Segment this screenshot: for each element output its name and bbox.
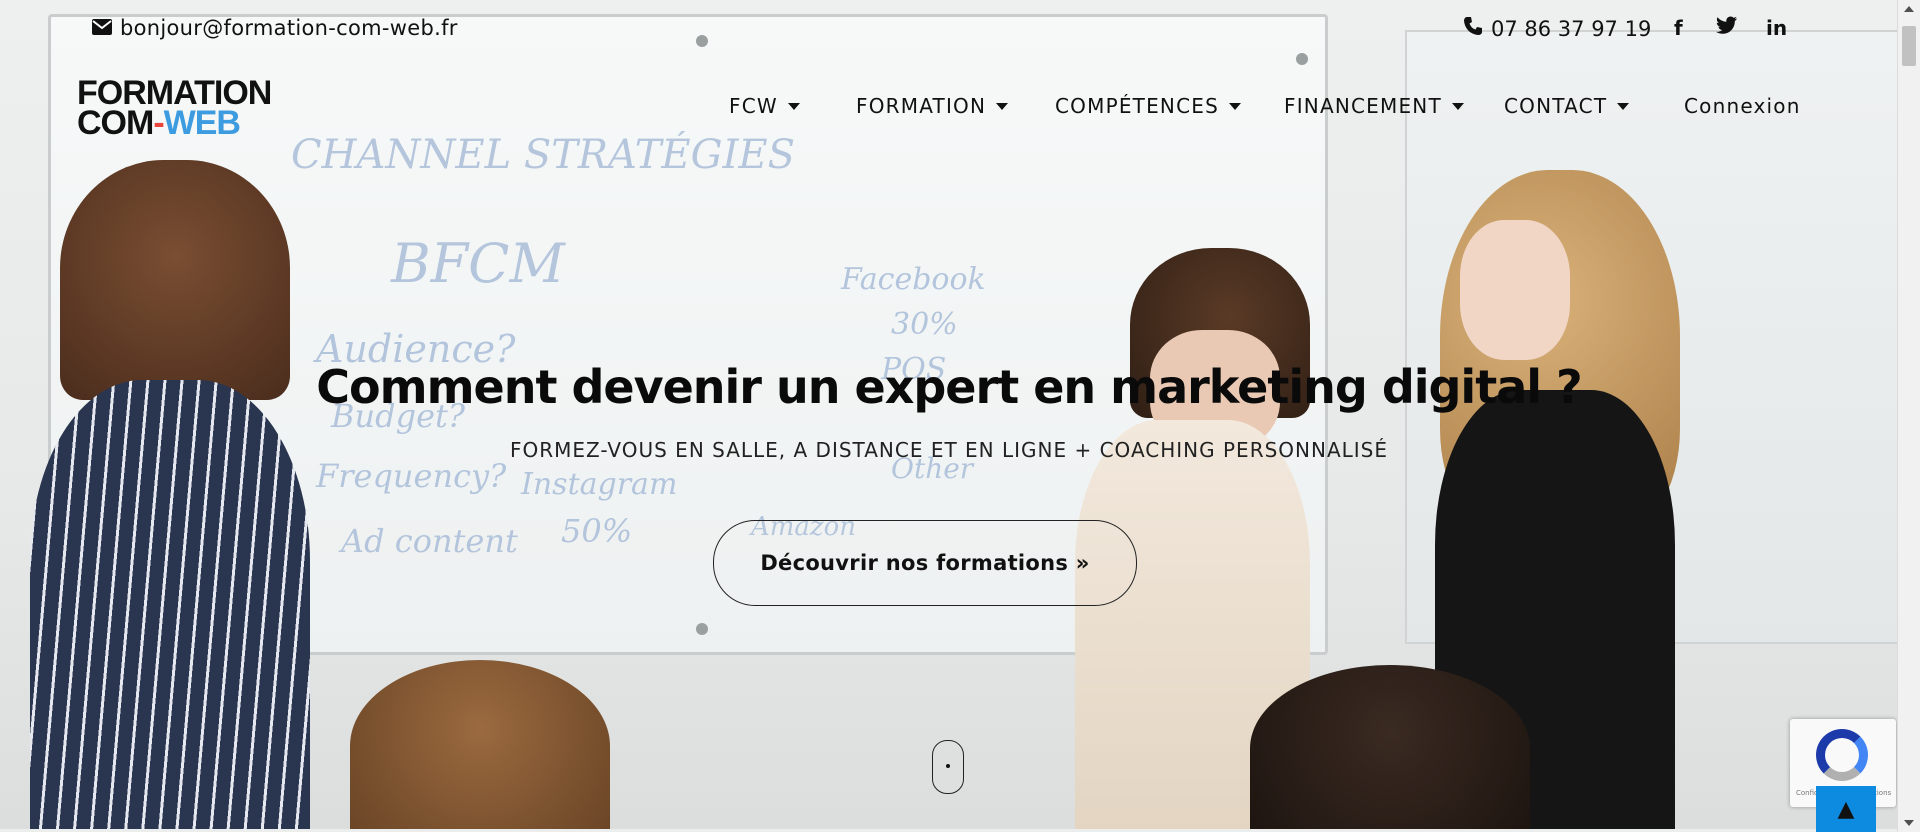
scribble: Ad content: [341, 522, 518, 560]
board-pin: [696, 623, 708, 635]
hero-subtitle: FORMEZ-VOUS EN SALLE, A DISTANCE ET EN L…: [509, 438, 1389, 462]
nav-label: FCW: [729, 94, 778, 118]
nav-item-fcw[interactable]: FCW: [729, 94, 800, 118]
scribble: BFCM: [391, 232, 565, 295]
nav-label: Connexion: [1684, 94, 1801, 118]
scribble: 50%: [561, 512, 633, 550]
nav-label: COMPÉTENCES: [1055, 94, 1219, 118]
hero-title: Comment devenir un expert en marketing d…: [316, 360, 1582, 414]
arrow-up-icon: ▲: [1837, 796, 1855, 822]
top-contact-bar: bonjour@formation-com-web.fr 07 86 37 97…: [0, 8, 1898, 48]
nav-item-contact[interactable]: CONTACT: [1504, 94, 1630, 118]
person-bottom-right: [1250, 665, 1530, 829]
discover-formations-button[interactable]: Découvrir nos formations »: [713, 520, 1137, 606]
person-bottom-left: [350, 660, 610, 829]
recaptcha-icon: [1816, 729, 1868, 781]
email-text: bonjour@formation-com-web.fr: [120, 16, 458, 40]
phone-icon: [1463, 16, 1483, 41]
envelope-icon: [92, 16, 112, 40]
email-link[interactable]: bonjour@formation-com-web.fr: [92, 16, 458, 40]
linkedin-icon[interactable]: in: [1766, 16, 1787, 40]
phone-link[interactable]: 07 86 37 97 19: [1463, 16, 1651, 41]
scroll-down-indicator[interactable]: [932, 740, 964, 794]
scribble: Instagram: [521, 467, 678, 502]
caret-down-icon: [996, 102, 1009, 110]
scroll-up-arrow-icon[interactable]: [1904, 6, 1914, 12]
nav-label: FORMATION: [856, 94, 987, 118]
caret-down-icon: [1228, 102, 1241, 110]
caret-down-icon: [1451, 102, 1464, 110]
back-to-top-button[interactable]: ▲: [1816, 786, 1876, 832]
scribble: Frequency?: [316, 457, 507, 495]
scrollbar-thumb[interactable]: [1902, 26, 1916, 66]
person-right-face: [1460, 220, 1570, 360]
facebook-icon[interactable]: f: [1674, 16, 1683, 40]
twitter-icon[interactable]: [1716, 16, 1738, 39]
nav-label: CONTACT: [1504, 94, 1608, 118]
board-pin: [1296, 53, 1308, 65]
scroll-dot: [946, 764, 950, 768]
main-nav: FCW FORMATION COMPÉTENCES FINANCEMENT CO…: [0, 94, 1898, 124]
nav-item-financement[interactable]: FINANCEMENT: [1284, 94, 1464, 118]
scribble: 30%: [891, 307, 958, 342]
nav-label: FINANCEMENT: [1284, 94, 1442, 118]
scribble: CHANNEL STRATÉGIES: [291, 132, 795, 178]
nav-item-competences[interactable]: COMPÉTENCES: [1055, 94, 1241, 118]
caret-down-icon: [1617, 102, 1630, 110]
scribble: Facebook: [841, 262, 986, 297]
scroll-down-arrow-icon[interactable]: [1904, 820, 1914, 826]
page-scrollbar[interactable]: [1897, 0, 1920, 832]
nav-item-formation[interactable]: FORMATION: [856, 94, 1009, 118]
nav-item-connexion[interactable]: Connexion: [1684, 94, 1801, 118]
phone-text: 07 86 37 97 19: [1491, 16, 1652, 41]
caret-down-icon: [787, 102, 800, 110]
